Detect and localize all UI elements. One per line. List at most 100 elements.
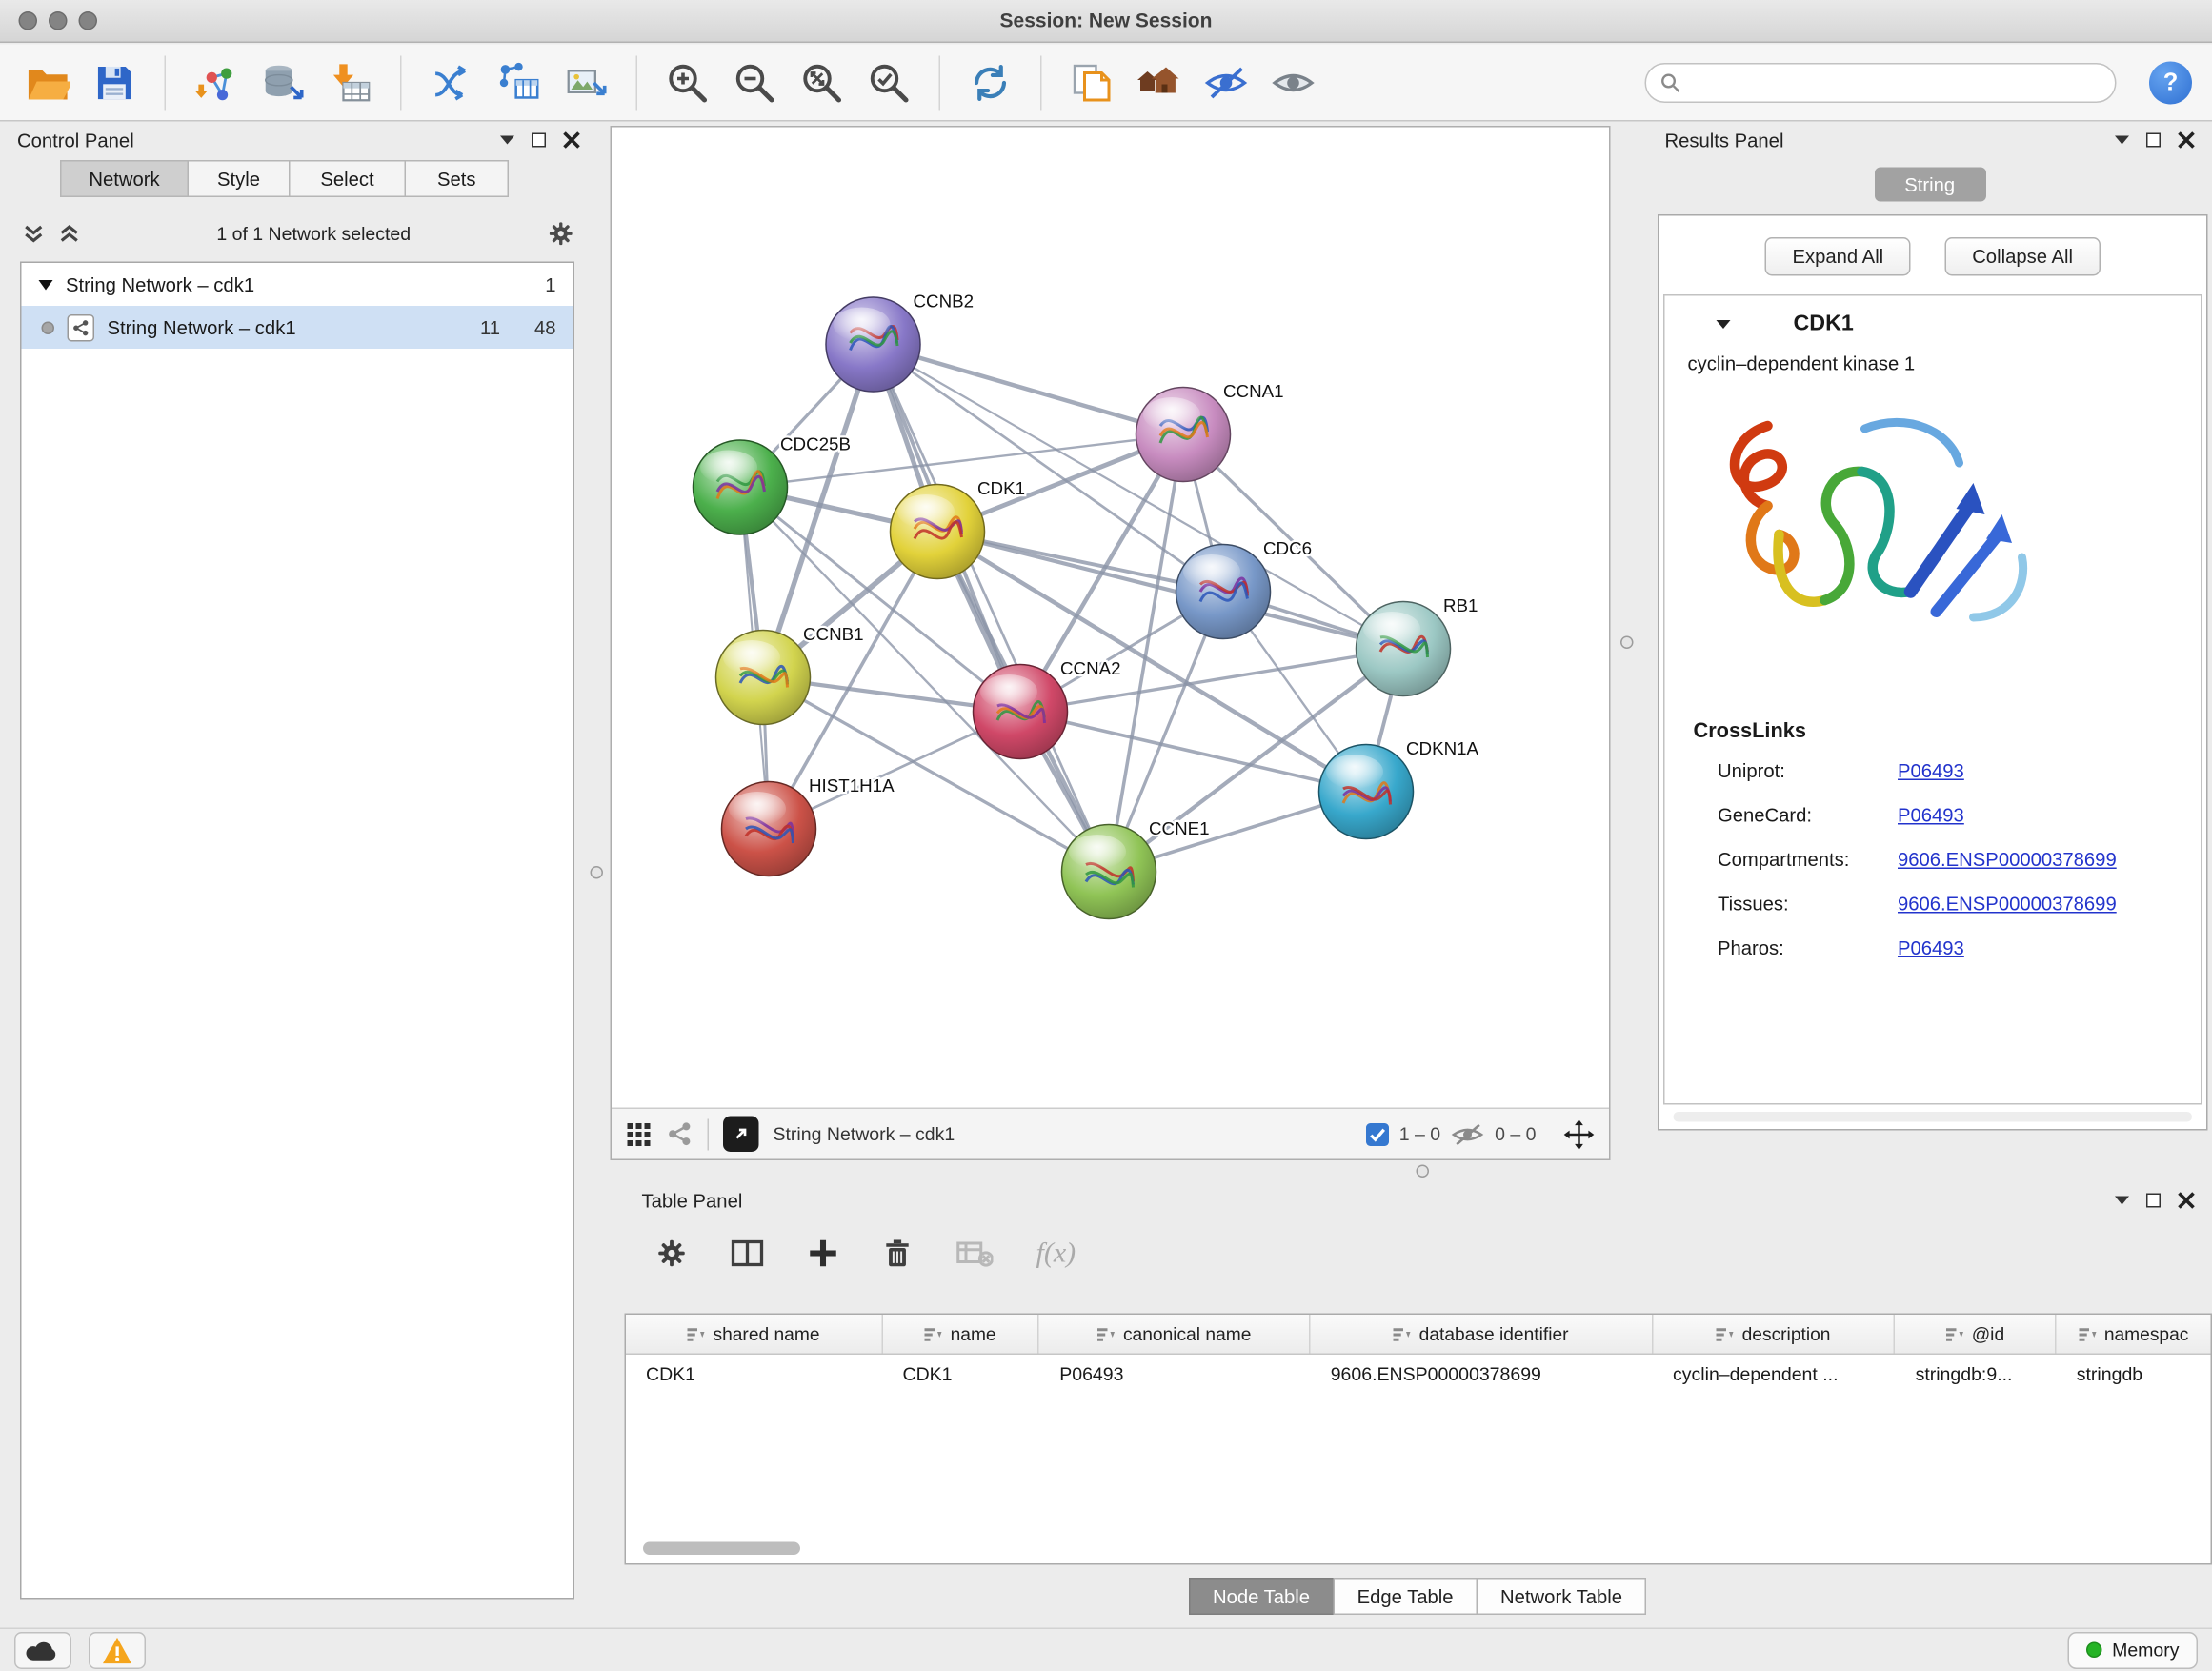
network-node[interactable]: HIST1H1A bbox=[722, 775, 895, 876]
gear-icon[interactable] bbox=[548, 219, 575, 247]
column-header-name[interactable]: name bbox=[883, 1315, 1040, 1354]
zoom-out-button[interactable] bbox=[728, 52, 782, 112]
collapse-section-caret-icon[interactable] bbox=[1717, 320, 1731, 329]
collapse-all-chevrons-icon[interactable] bbox=[23, 222, 45, 244]
tab-network-table[interactable]: Network Table bbox=[1477, 1578, 1647, 1615]
zoom-selected-button[interactable] bbox=[862, 52, 916, 112]
delete-column-trash-icon[interactable] bbox=[882, 1238, 914, 1269]
network-node[interactable]: CCNE1 bbox=[1062, 818, 1210, 919]
minimize-window-button[interactable] bbox=[49, 11, 68, 30]
horizontal-splitter-handle[interactable] bbox=[1417, 1165, 1430, 1178]
zoom-in-button[interactable] bbox=[660, 52, 714, 112]
hidden-edges-eye-slash-icon[interactable] bbox=[1451, 1121, 1485, 1147]
show-all-button[interactable] bbox=[1266, 52, 1320, 112]
table-row[interactable]: CDK1 CDK1 P06493 9606.ENSP00000378699 cy… bbox=[626, 1355, 2211, 1394]
import-network-file-button[interactable] bbox=[189, 52, 243, 112]
network-node[interactable]: CCNA1 bbox=[1136, 381, 1284, 481]
crosslink-link[interactable]: P06493 bbox=[1898, 749, 1964, 794]
network-node[interactable]: CCNA2 bbox=[974, 658, 1121, 759]
search-field[interactable] bbox=[1645, 62, 2117, 102]
pan-crosshair-icon[interactable] bbox=[1563, 1118, 1595, 1150]
close-panel-icon[interactable] bbox=[563, 131, 580, 149]
close-panel-icon[interactable] bbox=[2178, 131, 2195, 149]
string-results-tab[interactable]: String bbox=[1874, 168, 1985, 202]
save-session-button[interactable] bbox=[88, 52, 142, 112]
zoom-fit-button[interactable] bbox=[794, 52, 849, 112]
network-edge[interactable] bbox=[1020, 712, 1366, 792]
node-label: CDK1 bbox=[977, 478, 1025, 498]
column-header-database-identifier[interactable]: database identifier bbox=[1311, 1315, 1653, 1354]
crosslink-link[interactable]: 9606.ENSP00000378699 bbox=[1898, 882, 2117, 927]
network-row-selected[interactable]: String Network – cdk1 11 48 bbox=[22, 306, 573, 349]
network-edge[interactable] bbox=[937, 532, 1403, 649]
gene-section-header[interactable]: CDK1 bbox=[1665, 296, 2202, 353]
tab-node-table[interactable]: Node Table bbox=[1188, 1578, 1334, 1615]
column-header-namespace[interactable]: namespac bbox=[2057, 1315, 2211, 1354]
hide-selected-button[interactable] bbox=[1199, 52, 1254, 112]
network-node[interactable]: CDK1 bbox=[891, 478, 1026, 578]
tab-style[interactable]: Style bbox=[188, 160, 291, 197]
network-and-table-button[interactable] bbox=[492, 52, 546, 112]
column-header-shared-name[interactable]: shared name bbox=[626, 1315, 883, 1354]
crosslink-link[interactable]: 9606.ENSP00000378699 bbox=[1898, 837, 2117, 882]
crosslink-link[interactable]: P06493 bbox=[1898, 926, 1964, 971]
toolbar-separator bbox=[1040, 55, 1042, 110]
horizontal-scrollbar[interactable] bbox=[1674, 1112, 2193, 1122]
network-node[interactable]: CDKN1A bbox=[1319, 738, 1479, 839]
tab-sets[interactable]: Sets bbox=[405, 160, 510, 197]
warnings-button[interactable] bbox=[89, 1632, 146, 1669]
network-node[interactable]: RB1 bbox=[1357, 595, 1478, 696]
collapse-all-button[interactable]: Collapse All bbox=[1945, 237, 2101, 276]
grid-view-icon[interactable] bbox=[626, 1121, 652, 1147]
network-edge[interactable] bbox=[874, 345, 1184, 435]
search-input[interactable] bbox=[1691, 70, 2101, 95]
show-columns-icon[interactable] bbox=[731, 1238, 765, 1269]
network-edge[interactable] bbox=[874, 345, 1110, 873]
export-image-button[interactable] bbox=[559, 52, 613, 112]
copy-document-button[interactable] bbox=[1065, 52, 1119, 112]
tab-select[interactable]: Select bbox=[289, 160, 406, 197]
network-canvas[interactable]: CCNB2CCNA1CDC25BCDK1CDC6RB1CCNB1CCNA2CDK… bbox=[612, 128, 1609, 1108]
panel-menu-caret-icon[interactable] bbox=[2115, 136, 2129, 145]
horizontal-scrollbar-thumb[interactable] bbox=[643, 1542, 800, 1556]
float-panel-icon[interactable] bbox=[2146, 1194, 2161, 1208]
close-panel-icon[interactable] bbox=[2178, 1192, 2195, 1209]
table-settings-gear-icon[interactable] bbox=[656, 1238, 688, 1269]
tab-edge-table[interactable]: Edge Table bbox=[1333, 1578, 1478, 1615]
selected-nodes-checkbox-icon[interactable] bbox=[1366, 1122, 1389, 1145]
home-networks-button[interactable] bbox=[1132, 52, 1186, 112]
vertical-splitter-handle[interactable] bbox=[591, 866, 604, 879]
open-session-button[interactable] bbox=[20, 52, 74, 112]
eye-icon bbox=[1271, 64, 1317, 101]
image-export-icon bbox=[565, 61, 608, 104]
vertical-splitter-handle[interactable] bbox=[1620, 636, 1634, 650]
network-node[interactable]: CCNB2 bbox=[826, 292, 974, 393]
network-node[interactable]: CCNB1 bbox=[716, 624, 864, 725]
network-from-selection-button[interactable] bbox=[425, 52, 479, 112]
expand-caret-icon[interactable] bbox=[39, 279, 53, 290]
close-window-button[interactable] bbox=[19, 11, 38, 30]
birds-eye-view-button[interactable] bbox=[723, 1117, 759, 1153]
help-button[interactable]: ? bbox=[2149, 61, 2192, 104]
column-header-description[interactable]: description bbox=[1653, 1315, 1896, 1354]
expand-all-chevrons-icon[interactable] bbox=[59, 222, 81, 244]
import-table-button[interactable] bbox=[323, 52, 377, 112]
refresh-view-button[interactable] bbox=[963, 52, 1017, 112]
crosslink-link[interactable]: P06493 bbox=[1898, 794, 1964, 838]
memory-status-button[interactable]: Memory bbox=[2068, 1632, 2198, 1669]
import-network-database-button[interactable] bbox=[256, 52, 311, 112]
float-panel-icon[interactable] bbox=[2146, 133, 2161, 148]
panel-menu-caret-icon[interactable] bbox=[500, 136, 514, 145]
maximize-window-button[interactable] bbox=[79, 11, 98, 30]
expand-all-button[interactable]: Expand All bbox=[1765, 237, 1911, 276]
float-panel-icon[interactable] bbox=[532, 133, 546, 148]
column-header-id[interactable]: @id bbox=[1896, 1315, 2057, 1354]
column-header-canonical-name[interactable]: canonical name bbox=[1039, 1315, 1310, 1354]
cloud-status-button[interactable] bbox=[14, 1632, 71, 1669]
add-column-icon[interactable] bbox=[808, 1238, 839, 1269]
panel-menu-caret-icon[interactable] bbox=[2115, 1197, 2129, 1205]
tab-network[interactable]: Network bbox=[60, 160, 189, 197]
network-node[interactable]: CDC6 bbox=[1176, 538, 1313, 639]
network-collection-row[interactable]: String Network – cdk1 1 bbox=[22, 263, 573, 306]
network-share-icon[interactable] bbox=[666, 1120, 694, 1148]
